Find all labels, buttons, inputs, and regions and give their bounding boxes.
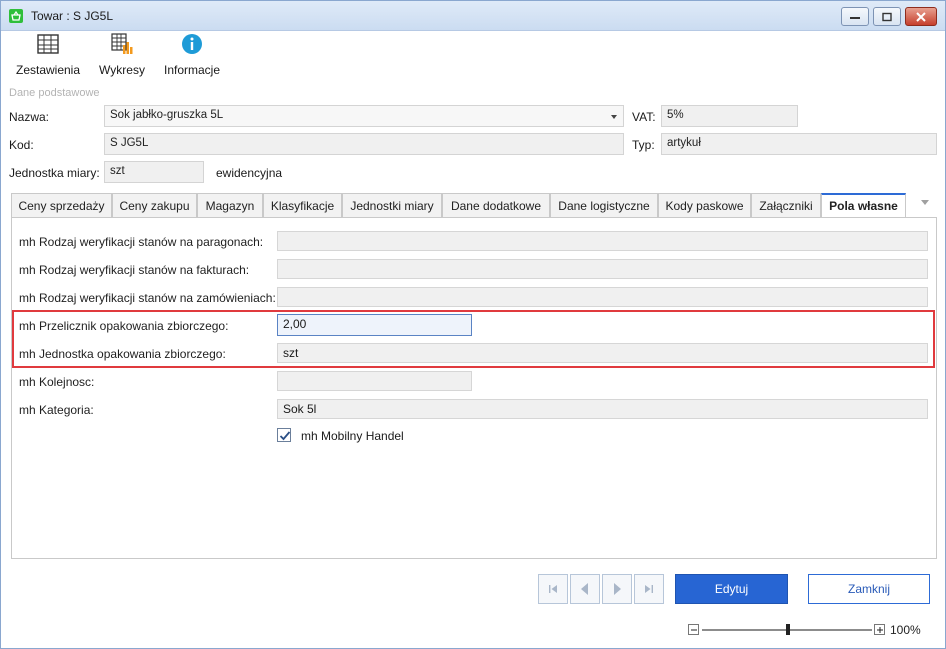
mobilny-handel-label: mh Mobilny Handel [301, 429, 404, 443]
field-input-kategoria[interactable]: Sok 5l [277, 399, 928, 419]
previous-record-button[interactable] [570, 574, 600, 604]
jednostka-miary-label: Jednostka miary: [9, 166, 100, 180]
field-input-paragonach[interactable] [277, 231, 928, 251]
kod-field[interactable]: S JG5L [104, 133, 624, 155]
zoom-in-button[interactable] [874, 624, 885, 635]
minimize-icon [850, 16, 860, 19]
nazwa-dropdown[interactable]: Sok jabłko-gruszka 5L [104, 105, 624, 127]
nazwa-value: Sok jabłko-gruszka 5L [110, 109, 224, 121]
field-label-fakturach: mh Rodzaj weryfikacji stanów na fakturac… [19, 263, 250, 277]
field-label-kolejnosc: mh Kolejnosc: [19, 375, 95, 389]
tab-magazyn[interactable]: Magazyn [197, 193, 263, 218]
tab-jednostki-miary[interactable]: Jednostki miary [342, 193, 442, 218]
close-icon [916, 11, 926, 22]
minus-icon [691, 629, 697, 631]
tab-kody-paskowe[interactable]: Kody paskowe [658, 193, 751, 218]
first-record-button[interactable] [538, 574, 568, 604]
vat-label: VAT: [632, 110, 656, 124]
last-record-button[interactable] [634, 574, 664, 604]
field-label-zamowieniach: mh Rodzaj weryfikacji stanów na zamówien… [19, 291, 276, 305]
field-input-zamowieniach[interactable] [277, 287, 928, 307]
title-bar: Towar : S JG5L [1, 1, 945, 31]
tab-ceny-sprzedazy[interactable]: Ceny sprzedaży [11, 193, 112, 218]
nazwa-label: Nazwa: [9, 110, 50, 124]
checkmark-icon [279, 431, 291, 441]
tab-strip: Ceny sprzedaży Ceny zakupu Magazyn Klasy… [11, 193, 937, 219]
maximize-button[interactable] [873, 7, 901, 26]
basket-icon [9, 9, 23, 23]
close-window-button[interactable] [905, 7, 937, 26]
tab-dane-dodatkowe[interactable]: Dane dodatkowe [442, 193, 550, 218]
toolbar-label: Zestawienia [15, 63, 81, 77]
previous-icon [581, 583, 588, 595]
table-icon [37, 34, 59, 54]
jednostka-miary-field[interactable]: szt [104, 161, 204, 183]
tab-klasyfikacje[interactable]: Klasyfikacje [263, 193, 342, 218]
vat-field[interactable]: 5% [661, 105, 798, 127]
jednostka-miary-value: szt [110, 165, 125, 177]
tab-dane-logistyczne[interactable]: Dane logistyczne [550, 193, 658, 218]
toolbar-informacje-button[interactable]: Informacje [159, 33, 225, 81]
section-label-dane-podstawowe: Dane podstawowe [9, 87, 100, 99]
chart-table-icon [111, 33, 133, 54]
last-icon [645, 585, 653, 593]
zoom-level: 100% [890, 623, 921, 637]
mobilny-handel-checkbox[interactable] [277, 428, 291, 442]
toolbar-label: Informacje [163, 63, 221, 77]
toolbar-label: Wykresy [99, 63, 145, 77]
edit-button[interactable]: Edytuj [675, 574, 788, 604]
tab-pola-wlasne[interactable]: Pola własne [821, 193, 906, 219]
toolbar-zestawienia-button[interactable]: Zestawienia [13, 33, 83, 81]
typ-value: artykuł [667, 137, 701, 149]
zoom-slider-thumb[interactable] [786, 624, 790, 635]
close-button[interactable]: Zamknij [808, 574, 930, 604]
field-input-kolejnosc[interactable] [277, 371, 472, 391]
plus-icon [877, 627, 883, 633]
chevron-down-icon [611, 115, 617, 119]
restore-icon [882, 12, 892, 21]
zoom-out-button[interactable] [688, 624, 699, 635]
vat-value: 5% [667, 109, 684, 121]
toolbar-wykresy-button[interactable]: Wykresy [95, 33, 149, 81]
tab-zalaczniki[interactable]: Załączniki [751, 193, 821, 218]
first-icon [549, 585, 557, 593]
field-label-kategoria: mh Kategoria: [19, 403, 94, 417]
highlight-frame [12, 310, 935, 368]
kod-label: Kod: [9, 138, 34, 152]
next-icon [614, 583, 621, 595]
tab-overflow-chevron-icon[interactable] [921, 200, 929, 205]
product-window: Towar : S JG5L Zestawienia Wykresy Infor… [0, 0, 946, 649]
typ-label: Typ: [632, 138, 655, 152]
tab-ceny-zakupu[interactable]: Ceny zakupu [112, 193, 197, 218]
kod-value: S JG5L [110, 137, 149, 149]
ewidencyjna-label: ewidencyjna [216, 166, 283, 180]
next-record-button[interactable] [602, 574, 632, 604]
minimize-button[interactable] [841, 7, 869, 26]
info-icon [182, 34, 202, 54]
typ-field[interactable]: artykuł [661, 133, 937, 155]
field-label-paragonach: mh Rodzaj weryfikacji stanów na paragona… [19, 235, 264, 249]
field-input-fakturach[interactable] [277, 259, 928, 279]
window-title: Towar : S JG5L [31, 9, 114, 23]
